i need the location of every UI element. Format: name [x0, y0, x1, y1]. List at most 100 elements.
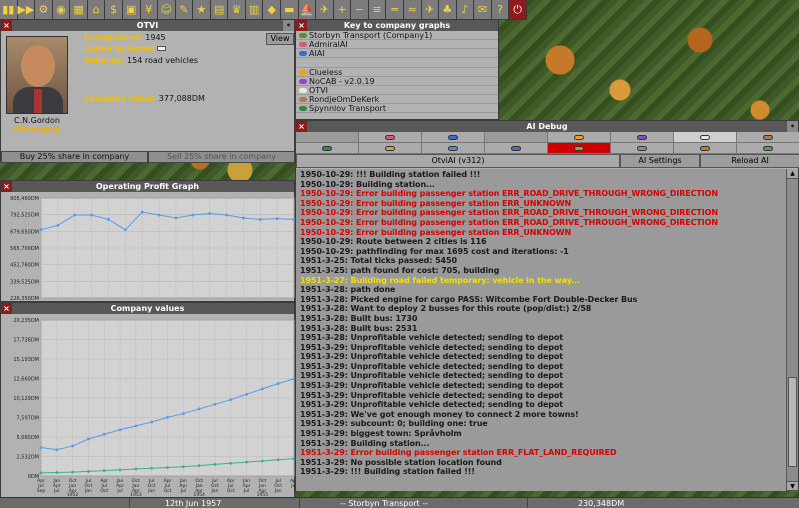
graph-key-item[interactable]: RondjeOmDeKerk	[296, 95, 498, 104]
data-point	[191, 213, 195, 217]
goal-icon[interactable]: ★	[193, 0, 211, 20]
fast-forward-icon[interactable]: ▶▶	[17, 0, 36, 20]
station-icon[interactable]: ▣	[122, 0, 141, 20]
graph-key-item[interactable]: AIAI	[296, 49, 498, 58]
log-line: 1950-10-29: Error building passenger sta…	[300, 208, 718, 218]
ai-company-button[interactable]	[296, 143, 359, 154]
data-point	[213, 463, 217, 466]
operating-profit-title-text: Operating Profit Graph	[95, 182, 200, 191]
tree-icon[interactable]: ♣	[439, 0, 457, 20]
company-values-window: × Company values 20,235DM 17,726DM 15,193D…	[0, 302, 296, 498]
company-icon[interactable]: ☺	[158, 0, 176, 20]
ai-company-button[interactable]	[674, 132, 737, 143]
view-hq-button[interactable]: View	[266, 33, 294, 45]
road-vehicle-icon[interactable]: ▬	[281, 0, 299, 20]
close-icon[interactable]: ×	[1, 303, 12, 314]
graph-key-item[interactable]: OTVI	[296, 86, 498, 95]
ai-company-button[interactable]	[548, 143, 611, 154]
data-point	[260, 387, 264, 391]
close-icon[interactable]: ×	[296, 121, 307, 132]
story-icon[interactable]: ✎	[175, 0, 194, 20]
data-point	[140, 210, 144, 214]
finance-icon[interactable]: ¥	[140, 0, 159, 20]
settings-icon[interactable]: ⚙	[35, 0, 53, 20]
aircraft-icon[interactable]: ✈	[316, 0, 334, 20]
airport-build-icon[interactable]: ✈	[421, 0, 440, 20]
ai-company-button[interactable]	[737, 143, 799, 154]
x-tick-label: Jan	[210, 488, 218, 494]
company-window-title[interactable]: × OTVI •	[1, 20, 294, 31]
graph-key-title-text: Key to company graphs	[343, 21, 451, 30]
industry-icon[interactable]: ▥	[245, 0, 264, 20]
graph-key-item[interactable]: AdmiralAI	[296, 40, 498, 49]
ai-company-button[interactable]	[422, 132, 485, 143]
pause-icon[interactable]: ▮▮	[0, 0, 18, 20]
help-icon[interactable]: ?	[491, 0, 510, 20]
graph-key-item[interactable]: Storbyn Transport (Company1)	[296, 31, 498, 40]
map-icon[interactable]: ▦	[70, 0, 88, 20]
ai-company-button[interactable]	[611, 132, 674, 143]
ai-company-button[interactable]	[359, 143, 422, 154]
y-tick-label: 2,532DM	[17, 455, 39, 461]
ship-icon[interactable]: ⛵	[298, 0, 317, 20]
company-colour-icon	[763, 146, 773, 151]
data-point	[87, 437, 90, 441]
town-icon[interactable]: ⌂	[87, 0, 106, 20]
graph-key-title[interactable]: × Key to company graphs	[296, 20, 498, 31]
graph-key-item[interactable]: Spynnlov Transport	[296, 104, 498, 113]
graph-key-item[interactable]: Clueless	[296, 68, 498, 77]
ai-company-button[interactable]	[611, 143, 674, 154]
ai-company-button[interactable]	[422, 143, 485, 154]
subsidy-icon[interactable]: $	[105, 0, 123, 20]
water-build-icon[interactable]: ≈	[403, 0, 422, 20]
sound-icon[interactable]: ♪	[456, 0, 475, 20]
data-point	[55, 448, 59, 452]
data-point	[90, 213, 93, 217]
train-icon[interactable]: ◆	[263, 0, 281, 20]
close-icon[interactable]: ×	[296, 20, 307, 31]
colour-label: Colour Scheme:	[84, 44, 155, 53]
data-point	[258, 218, 262, 221]
graph-key-item[interactable]: NoCAB - v2.0.19	[296, 77, 498, 86]
data-point	[55, 471, 59, 474]
sell-share-button[interactable]: Sell 25% share in company	[148, 151, 295, 163]
log-line: 1951-3-29: Unprofitable vehicle detected…	[300, 352, 564, 362]
ai-debug-title[interactable]: × AI Debug •	[296, 121, 798, 132]
ai-company-button[interactable]	[674, 143, 737, 154]
zoom-out-icon[interactable]: −	[351, 0, 369, 20]
ai-company-button[interactable]	[548, 132, 611, 143]
close-icon[interactable]: ×	[1, 20, 12, 31]
scroll-up-icon[interactable]: ▲	[787, 169, 798, 179]
road-build-icon[interactable]: ═	[386, 0, 404, 20]
message-icon[interactable]: ✉	[474, 0, 492, 20]
data-point	[118, 468, 122, 472]
buy-share-button[interactable]: Buy 25% share in company	[1, 151, 148, 163]
log-scrollbar[interactable]: ▲ ▼	[786, 169, 798, 491]
scroll-thumb[interactable]	[788, 377, 797, 467]
rail-build-icon[interactable]: ≡	[368, 0, 387, 20]
league-icon[interactable]: ♛	[228, 0, 246, 20]
ai-settings-button[interactable]: AI Settings	[620, 154, 700, 168]
y-tick-label: 17,726DM	[13, 338, 39, 344]
bus-icon	[157, 46, 167, 51]
sticky-icon[interactable]: •	[283, 20, 294, 31]
graph-key-item[interactable]	[296, 58, 498, 68]
operating-profit-title[interactable]: × Operating Profit Graph	[1, 181, 294, 192]
save-icon[interactable]: ◉	[52, 0, 71, 20]
manager-role: (Manager)	[13, 125, 61, 134]
data-point	[225, 213, 228, 217]
reload-ai-button[interactable]: Reload AI	[700, 154, 799, 168]
graph-icon[interactable]: ▤	[210, 0, 229, 20]
zoom-in-icon[interactable]: +	[333, 0, 352, 20]
ai-company-button[interactable]	[485, 143, 548, 154]
scroll-down-icon[interactable]: ▼	[787, 481, 798, 491]
quit-icon[interactable]: ⏻	[509, 0, 527, 20]
graph-key-label: Spynnlov Transport	[309, 104, 386, 113]
close-icon[interactable]: ×	[1, 181, 12, 192]
ai-company-button[interactable]	[359, 132, 422, 143]
ai-company-button[interactable]	[737, 132, 799, 143]
log-line: 1951-3-27: Building road failed temporar…	[300, 275, 580, 285]
sticky-icon[interactable]: •	[787, 121, 798, 132]
log-line: 1950-10-29: Error building passenger sta…	[300, 217, 718, 227]
company-values-title[interactable]: × Company values	[1, 303, 294, 314]
